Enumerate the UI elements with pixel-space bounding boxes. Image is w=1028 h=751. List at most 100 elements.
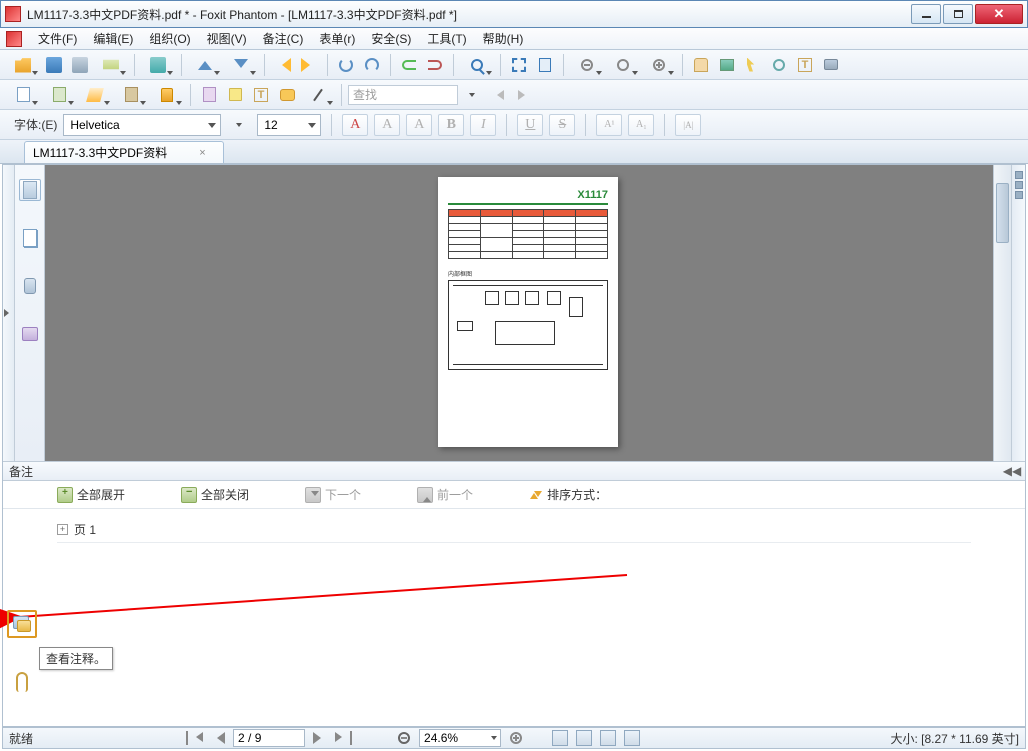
rotate-right-button[interactable] [360,53,384,77]
secure-button[interactable] [150,83,184,107]
first-page-button[interactable] [185,729,203,747]
zoom-button[interactable] [460,53,494,77]
zoom-select[interactable]: 24.6% [419,729,501,747]
strike-button[interactable]: S [549,114,575,136]
nav-bookmarks-button[interactable] [19,179,41,201]
comments-collapse-button[interactable]: ◀◀ [1005,466,1019,476]
print-button[interactable] [68,53,92,77]
search-input[interactable]: 查找 [348,85,458,105]
menu-help[interactable]: 帮助(H) [475,30,532,47]
clipboard-button[interactable] [533,53,557,77]
document-canvas[interactable]: X1117 内部框图 [45,165,1011,461]
edit-doc-button[interactable] [42,83,76,107]
vertical-scrollbar[interactable] [993,165,1011,461]
prev-page-button[interactable] [271,53,295,77]
undo-button[interactable] [397,53,421,77]
text-tool-button[interactable]: T [793,53,817,77]
nav-attachments-button[interactable] [19,275,41,297]
bold-b-button[interactable]: B [438,114,464,136]
next-page-button[interactable] [297,53,321,77]
zoom-out-button[interactable] [395,729,413,747]
collapse-all-button[interactable]: 全部关闭 [181,486,249,503]
search-next-button[interactable] [512,83,536,107]
open-button[interactable] [6,53,40,77]
note-button[interactable] [223,83,247,107]
search-prev-button[interactable] [486,83,510,107]
view-comments-button[interactable] [7,610,37,638]
page-thumbnail: X1117 内部框图 [438,177,618,447]
text-box-button[interactable]: T [249,83,273,107]
expand-all-button[interactable]: 全部展开 [57,486,125,503]
font-family-select[interactable]: Helvetica [63,114,221,136]
bold-button[interactable]: A [374,114,400,136]
stamp-button[interactable] [114,83,148,107]
zoom-out-button[interactable] [570,53,604,77]
next-page-button[interactable] [311,729,329,747]
prev-view-button[interactable] [188,53,222,77]
highlight-button[interactable] [78,83,112,107]
email-button[interactable] [94,53,128,77]
font-color-button[interactable]: A [342,114,368,136]
form-button[interactable] [197,83,221,107]
page-number-input[interactable] [233,729,305,747]
callout-button[interactable] [275,83,299,107]
scrollbar-thumb[interactable] [996,183,1009,243]
image-tool-button[interactable] [715,53,739,77]
prev-icon [492,90,504,100]
tab-close-button[interactable]: × [199,147,205,159]
view-facing-button[interactable] [599,729,617,747]
superscript-button[interactable]: A¹ [596,114,622,136]
camera-button[interactable] [819,53,843,77]
view-single-button[interactable] [551,729,569,747]
italic-button[interactable]: I [470,114,496,136]
menu-comment[interactable]: 备注(C) [255,30,312,47]
right-strip[interactable] [1011,165,1025,461]
menu-edit[interactable]: 编辑(E) [85,30,141,47]
nav-expand-strip[interactable] [3,165,15,461]
zoom-in-button[interactable] [507,729,525,747]
select-tool-button[interactable] [741,53,765,77]
binoculars-button[interactable] [767,53,791,77]
menu-view[interactable]: 视图(V) [199,30,255,47]
menu-file[interactable]: 文件(F) [30,30,85,47]
last-page-button[interactable] [335,729,353,747]
nav-pages-button[interactable] [19,227,41,249]
font-size-select[interactable]: 12 [257,114,321,136]
menu-form[interactable]: 表单(r) [311,30,363,47]
sort-button[interactable]: 排序方式： [529,486,607,503]
document-tab[interactable]: LM1117-3.3中文PDF资料 × [24,141,224,163]
nav-layers-button[interactable] [19,323,41,345]
search-dropdown[interactable] [460,83,484,107]
view-continuous-facing-button[interactable] [623,729,641,747]
maximize-button[interactable] [943,4,973,24]
next-comment-button[interactable]: 下一个 [305,486,361,503]
zoom-in-button[interactable] [642,53,676,77]
scan-button[interactable] [141,53,175,77]
snapshot-button[interactable] [507,53,531,77]
attachments-button[interactable] [7,668,37,696]
new-doc-button[interactable] [6,83,40,107]
comment-page-row[interactable]: + 页 1 [57,517,971,543]
char-spacing-button[interactable]: |A| [675,114,701,136]
style-a-button[interactable]: A [406,114,432,136]
save-button[interactable] [42,53,66,77]
rotate-left-button[interactable] [334,53,358,77]
view-continuous-button[interactable] [575,729,593,747]
zoom-actual-button[interactable] [606,53,640,77]
font-size-down[interactable] [227,113,251,137]
minimize-button[interactable] [911,4,941,24]
prev-page-button[interactable] [209,729,227,747]
subscript-button[interactable]: A₁ [628,114,654,136]
menu-app-icon[interactable] [6,31,22,47]
pencil-button[interactable] [301,83,335,107]
prev-comment-button[interactable]: 前一个 [417,486,473,503]
underline-button[interactable]: U [517,114,543,136]
hand-tool-button[interactable] [689,53,713,77]
next-view-button[interactable] [224,53,258,77]
expand-toggle[interactable]: + [57,524,68,535]
close-button[interactable]: ✕ [975,4,1023,24]
menu-tools[interactable]: 工具(T) [419,30,474,47]
menu-security[interactable]: 安全(S) [363,30,419,47]
redo-button[interactable] [423,53,447,77]
menu-organize[interactable]: 组织(O) [141,30,198,47]
